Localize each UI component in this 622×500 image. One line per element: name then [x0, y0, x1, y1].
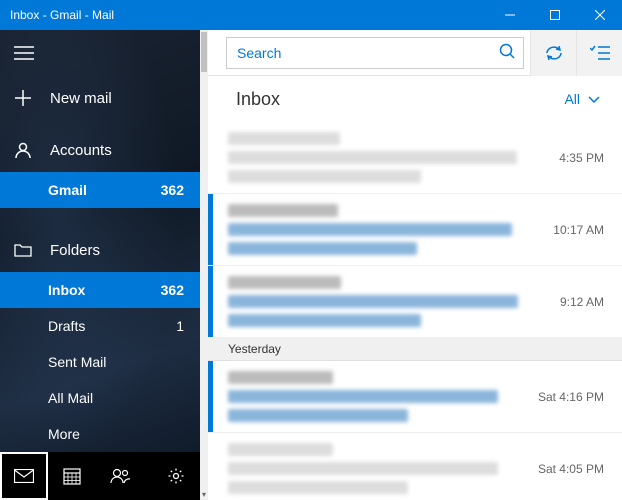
scrollbar[interactable]: ▾: [200, 30, 208, 500]
folders-button[interactable]: Folders: [0, 228, 200, 272]
folder-inbox[interactable]: Inbox 362: [0, 272, 200, 308]
titlebar: Inbox - Gmail - Mail: [0, 0, 622, 30]
bottom-bar: [0, 452, 200, 500]
account-gmail[interactable]: Gmail 362: [0, 172, 200, 208]
folder-sent-mail[interactable]: Sent Mail: [0, 344, 200, 380]
scrollbar-thumb[interactable]: [201, 32, 207, 72]
message-time: Sat 4:16 PM: [528, 390, 604, 404]
search-icon: [499, 43, 515, 62]
folder-count: 362: [161, 282, 184, 298]
hamburger-button[interactable]: [0, 30, 200, 76]
folder-all-mail[interactable]: All Mail: [0, 380, 200, 416]
message-item[interactable]: Sat 4:05 PM: [208, 433, 622, 500]
folder-name: Drafts: [48, 318, 85, 334]
folder-drafts[interactable]: Drafts 1: [0, 308, 200, 344]
sync-icon: [544, 44, 564, 62]
folder-name: More: [48, 426, 80, 442]
window-title: Inbox - Gmail - Mail: [10, 8, 487, 22]
new-mail-button[interactable]: New mail: [0, 76, 200, 120]
maximize-button[interactable]: [532, 0, 577, 30]
close-button[interactable]: [577, 0, 622, 30]
message-preview: [208, 204, 543, 255]
select-icon: [590, 45, 610, 61]
searchbar: Search: [208, 30, 622, 76]
people-icon: [109, 468, 131, 484]
message-list[interactable]: 4:35 PM 10:17 AM 9:12 AM Yesterday Sat 4:16 …: [208, 122, 622, 500]
chevron-down-icon: [588, 91, 600, 107]
search-input[interactable]: Search: [226, 37, 524, 69]
plus-icon: [14, 89, 32, 107]
message-item[interactable]: 10:17 AM: [208, 194, 622, 266]
minimize-button[interactable]: [487, 0, 532, 30]
message-time: 9:12 AM: [550, 295, 604, 309]
person-icon: [14, 141, 32, 159]
folder-count: 1: [176, 318, 184, 334]
folder-icon: [14, 241, 32, 259]
folder-more[interactable]: More: [0, 416, 200, 452]
calendar-app-button[interactable]: [48, 452, 96, 500]
scrollbar-down-arrow[interactable]: ▾: [200, 488, 208, 500]
folder-name: Sent Mail: [48, 354, 106, 370]
folders-label: Folders: [50, 242, 100, 259]
calendar-icon: [63, 467, 81, 485]
gear-icon: [167, 467, 185, 485]
account-name: Gmail: [48, 182, 87, 198]
message-preview: [208, 443, 528, 494]
folder-name: All Mail: [48, 390, 93, 406]
sync-button[interactable]: [530, 30, 576, 76]
message-item[interactable]: 9:12 AM: [208, 266, 622, 338]
people-app-button[interactable]: [96, 452, 144, 500]
filter-button[interactable]: All: [564, 91, 600, 107]
search-placeholder: Search: [237, 45, 499, 61]
folder-name: Inbox: [48, 282, 85, 298]
message-preview: [208, 132, 549, 183]
list-header: Inbox All: [208, 76, 622, 122]
message-time: 4:35 PM: [549, 151, 604, 165]
date-separator: Yesterday: [208, 338, 622, 361]
filter-label: All: [564, 91, 580, 107]
accounts-label: Accounts: [50, 142, 112, 159]
message-time: 10:17 AM: [543, 223, 604, 237]
hamburger-icon: [14, 46, 34, 60]
message-time: Sat 4:05 PM: [528, 462, 604, 476]
mail-app-button[interactable]: [0, 452, 48, 500]
message-item[interactable]: 4:35 PM: [208, 122, 622, 194]
message-preview: [208, 276, 550, 327]
select-mode-button[interactable]: [576, 30, 622, 76]
content-pane: ▾ Search Inbox All 4:35 PM 10:17 AM 9:12 A…: [200, 30, 622, 500]
account-count: 362: [161, 182, 184, 198]
list-title: Inbox: [236, 89, 564, 110]
sidebar: New mail Accounts Gmail 362 Folders Inbo…: [0, 30, 200, 500]
accounts-button[interactable]: Accounts: [0, 128, 200, 172]
message-item[interactable]: Sat 4:16 PM: [208, 361, 622, 433]
settings-button[interactable]: [152, 452, 200, 500]
mail-icon: [14, 469, 34, 483]
message-preview: [208, 371, 528, 422]
new-mail-label: New mail: [50, 90, 112, 107]
